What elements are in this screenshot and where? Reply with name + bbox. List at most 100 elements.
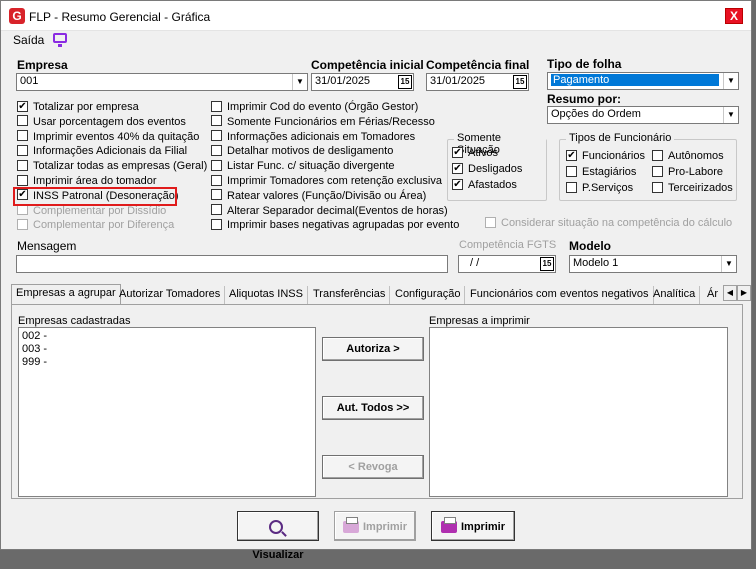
usar-porcentagem-dos-eventos-checkbox[interactable]: Usar porcentagem dos eventos [17, 115, 186, 130]
chevron-down-icon[interactable]: ▼ [292, 74, 307, 90]
modelo-select[interactable]: Modelo 1 ▼ [569, 255, 737, 273]
calendar-icon[interactable]: 15 [513, 75, 527, 89]
list-item[interactable]: 999 - [22, 356, 312, 369]
tab-empresas-agrupar[interactable]: Empresas a agrupar [11, 284, 121, 305]
checkbox-box[interactable] [566, 165, 577, 177]
ratear-valores-funcao-divisao-ou-area-checkbox[interactable]: Ratear valores (Função/Divisão ou Área) [211, 189, 426, 204]
tab-aliquotas-inss[interactable]: Aliquotas INSS [225, 286, 308, 304]
imprimir-button[interactable]: Imprimir [431, 511, 515, 541]
checkmark-icon[interactable]: ✔ [566, 149, 577, 161]
checkbox-box[interactable] [211, 174, 222, 186]
alterar-separador-decimal-eventos-de-horas-checkbox[interactable]: Alterar Separador decimal(Eventos de hor… [211, 204, 448, 219]
empresas-imprimir-list[interactable] [429, 327, 728, 497]
imprimir-eventos-40-da-quitacao-checkbox[interactable]: Imprimir eventos 40% da quitação [17, 130, 199, 145]
checkbox-box[interactable] [652, 165, 663, 177]
resumo-por-label: Resumo por: [547, 92, 622, 106]
checkmark-icon[interactable]: ✔ [452, 162, 463, 174]
imprimir-tomadores-com-retencao-exclusiva-checkbox[interactable]: Imprimir Tomadores com retenção exclusiv… [211, 174, 442, 189]
calendar-icon[interactable]: 15 [398, 75, 412, 89]
terceirizados-checkbox[interactable]: Terceirizados [652, 181, 733, 196]
checkbox-box[interactable] [211, 130, 222, 142]
complementar-por-dissidio-checkbox[interactable]: Complementar por Dissídio [17, 204, 166, 219]
informacoes-adicionais-da-filial-checkbox[interactable]: Informações Adicionais da Filial [17, 144, 187, 159]
tab-funcionarios-eventos-negativos[interactable]: Funcionários com eventos negativos [466, 286, 654, 304]
desligados-checkbox[interactable]: ✔ Desligados [452, 162, 523, 177]
checkbox-box[interactable] [485, 216, 496, 228]
visualizar-button[interactable]: Visualizar [237, 511, 319, 561]
mensagem-input[interactable] [16, 255, 448, 273]
empresa-select[interactable]: 001 ▼ [16, 73, 308, 91]
tab-analitica[interactable]: Analítica [649, 286, 701, 304]
list-item[interactable]: 002 - [22, 330, 312, 343]
list-item[interactable]: 003 - [22, 343, 312, 356]
checkbox-box[interactable] [17, 130, 28, 142]
resumo-por-select[interactable]: Opções do Ordem ▼ [547, 106, 739, 124]
menu-saida[interactable]: Saída [13, 33, 44, 47]
empresas-cadastradas-list[interactable]: 002 -003 -999 - [18, 327, 316, 497]
chevron-down-icon[interactable]: ▼ [721, 256, 736, 272]
autonomos-checkbox[interactable]: Autônomos [652, 149, 724, 164]
checkbox-box[interactable] [211, 159, 222, 171]
competencia-inicial-field[interactable]: 31/01/2025 15 [311, 73, 414, 91]
checkbox-box[interactable] [17, 174, 28, 186]
tab-scroll-left-icon[interactable]: ◀ [723, 285, 737, 301]
checkbox-box[interactable] [211, 144, 222, 156]
tipo-folha-label: Tipo de folha [547, 57, 622, 71]
informacoes-adicionais-em-tomadores-checkbox[interactable]: Informações adicionais em Tomadores [211, 130, 416, 145]
checkmark-icon[interactable]: ✔ [452, 146, 463, 158]
competencia-final-field[interactable]: 31/01/2025 15 [426, 73, 529, 91]
considerar-situacao-checkbox[interactable]: Considerar situação na competência do cá… [485, 216, 732, 231]
autoriza-button[interactable]: Autoriza > [322, 337, 424, 361]
totalizar-todas-as-empresas-geral-checkbox[interactable]: Totalizar todas as empresas (Geral) [17, 159, 207, 174]
checkbox-box[interactable] [211, 115, 222, 127]
checkmark-icon[interactable]: ✔ [17, 100, 28, 112]
imprimir-bases-negativas-agrupadas-por-evento-checkbox[interactable]: Imprimir bases negativas agrupadas por e… [211, 218, 459, 233]
chevron-down-icon[interactable]: ▼ [723, 73, 738, 89]
estagiarios-checkbox[interactable]: Estagiários [566, 165, 636, 180]
imprimir-tomadores-com-retencao-exclusiva-label: Imprimir Tomadores com retenção exclusiv… [227, 175, 442, 187]
tab-strip: Empresas a agrupar Autorizar Tomadores A… [11, 284, 751, 305]
imprimir-disabled-label: Imprimir [362, 521, 407, 533]
pro-labore-checkbox[interactable]: Pro-Labore [652, 165, 723, 180]
revoga-button[interactable]: < Revoga [322, 455, 424, 479]
imprimir-cod-do-evento-orgao-gestor-checkbox[interactable]: Imprimir Cod do evento (Órgão Gestor) [211, 100, 418, 115]
listar-func-c-situacao-divergente-checkbox[interactable]: Listar Func. c/ situação divergente [211, 159, 395, 174]
tipos-funcionario-group: Tipos de Funcionário ✔ Funcionários Autôno… [559, 132, 737, 201]
detalhar-motivos-de-desligamento-checkbox[interactable]: Detalhar motivos de desligamento [211, 144, 393, 159]
funcionarios-checkbox[interactable]: ✔ Funcionários [566, 149, 645, 164]
checkbox-box[interactable] [17, 218, 28, 230]
checkbox-box[interactable] [566, 181, 577, 193]
desligados-label: Desligados [468, 163, 523, 175]
imprimir-disabled-button[interactable]: Imprimir [334, 511, 416, 541]
calendar-icon[interactable]: 15 [540, 257, 554, 271]
complementar-por-diferenca-checkbox[interactable]: Complementar por Diferença [17, 218, 175, 233]
p-servicos-checkbox[interactable]: P.Serviços [566, 181, 633, 196]
checkbox-box[interactable] [17, 115, 28, 127]
screen-icon[interactable] [53, 33, 67, 47]
checkbox-box[interactable] [211, 189, 222, 201]
checkbox-box[interactable] [211, 100, 222, 112]
checkbox-box[interactable] [211, 204, 222, 216]
tab-area[interactable]: Ár [703, 286, 722, 304]
tab-configuracao[interactable]: Configuração [391, 286, 466, 304]
close-button[interactable]: X [725, 8, 743, 24]
tipo-folha-select[interactable]: Pagamento ▼ [547, 72, 739, 90]
aut-todos-button[interactable]: Aut. Todos >> [322, 396, 424, 420]
ativos-checkbox[interactable]: ✔ Ativos [452, 146, 498, 161]
somente-funcionarios-em-ferias-recesso-checkbox[interactable]: Somente Funcionários em Férias/Recesso [211, 115, 435, 130]
checkbox-box[interactable] [17, 159, 28, 171]
tab-scroll-right-icon[interactable]: ▶ [737, 285, 751, 301]
informacoes-adicionais-em-tomadores-label: Informações adicionais em Tomadores [227, 130, 416, 143]
afastados-checkbox[interactable]: ✔ Afastados [452, 178, 517, 193]
tab-autorizar-tomadores[interactable]: Autorizar Tomadores [115, 286, 226, 304]
chevron-down-icon[interactable]: ▼ [723, 107, 738, 123]
checkbox-box[interactable] [17, 144, 28, 156]
checkmark-icon[interactable]: ✔ [452, 178, 463, 190]
complementar-por-diferenca-label: Complementar por Diferença [33, 219, 175, 232]
checkbox-box[interactable] [211, 218, 222, 230]
competencia-fgts-field[interactable]: / / 15 [458, 255, 556, 273]
tab-transferencias[interactable]: Transferências [309, 286, 391, 304]
checkbox-box[interactable] [652, 149, 663, 161]
totalizar-por-empresa-checkbox[interactable]: ✔ Totalizar por empresa [17, 100, 139, 115]
checkbox-box[interactable] [652, 181, 663, 193]
